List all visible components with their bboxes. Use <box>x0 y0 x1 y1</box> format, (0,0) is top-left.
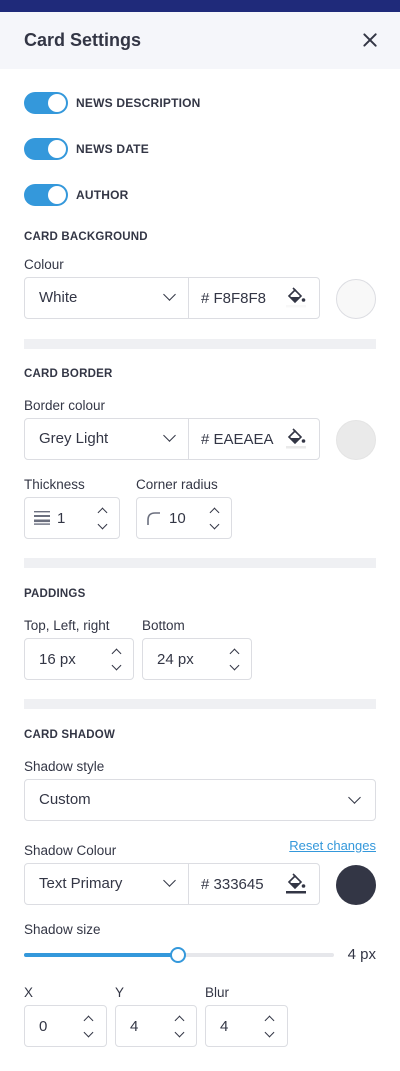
shadow-y-input[interactable] <box>130 1006 170 1046</box>
toggle-row-news-description: NEWS DESCRIPTION <box>24 91 201 115</box>
shadow-colour-select[interactable]: Text Primary <box>25 864 189 904</box>
padding-top-lr-input[interactable] <box>39 639 99 679</box>
toggle-knob <box>48 140 66 158</box>
corner-radius-stepper <box>136 497 232 539</box>
toggle-row-news-date: NEWS DATE <box>24 137 149 161</box>
section-divider <box>24 699 376 709</box>
corner-radius-input[interactable] <box>169 498 205 538</box>
corner-radius-spinner[interactable] <box>209 506 221 530</box>
thickness-stepper <box>24 497 120 539</box>
shadow-size-label: Shadow size <box>24 922 101 937</box>
shadow-size-value: 4 px <box>347 946 376 963</box>
reset-changes-link[interactable]: Reset changes <box>289 838 376 853</box>
author-toggle[interactable] <box>24 184 68 206</box>
toggle-row-author: AUTHOR <box>24 183 129 207</box>
border-colour-label: Border colour <box>24 398 106 413</box>
chevron-down-icon <box>163 874 176 887</box>
padding-top-lr-stepper <box>24 638 134 680</box>
chevron-down-icon <box>348 791 361 804</box>
shadow-x-stepper <box>24 1005 107 1047</box>
shadow-y-stepper <box>115 1005 197 1047</box>
shadow-style-select[interactable]: Custom <box>24 779 376 821</box>
paint-bucket-icon[interactable] <box>285 427 307 449</box>
paddings-title: PADDINGS <box>24 588 86 600</box>
padding-bottom-input[interactable] <box>157 639 217 679</box>
shadow-style-label: Shadow style <box>24 759 105 774</box>
card-border-title: CARD BORDER <box>24 368 113 380</box>
news-description-toggle[interactable] <box>24 92 68 114</box>
section-divider <box>24 558 376 568</box>
background-hex-input[interactable] <box>201 278 287 318</box>
shadow-size-slider[interactable] <box>24 947 334 963</box>
border-hex-input[interactable] <box>201 419 287 459</box>
news-description-label: NEWS DESCRIPTION <box>76 96 201 110</box>
chevron-down-icon <box>163 288 176 301</box>
shadow-colour-label: Shadow Colour <box>24 843 117 858</box>
shadow-colour-swatch[interactable] <box>336 865 376 905</box>
panel-header: Card Settings <box>0 12 400 69</box>
y-label: Y <box>115 985 125 1000</box>
thickness-input[interactable] <box>57 498 93 538</box>
thickness-label: Thickness <box>24 477 85 492</box>
news-date-label: NEWS DATE <box>76 142 149 156</box>
line-thickness-icon <box>34 511 50 525</box>
padding-bottom-spinner[interactable] <box>229 647 241 671</box>
shadow-colour-value: Text Primary <box>39 875 123 892</box>
close-icon[interactable] <box>362 32 378 48</box>
shadow-hex-input[interactable] <box>201 864 287 904</box>
author-label: AUTHOR <box>76 188 129 202</box>
section-divider <box>24 339 376 349</box>
slider-fill <box>24 953 179 957</box>
colour-label: Colour <box>24 257 64 272</box>
shadow-colour-combo: Text Primary <box>24 863 320 905</box>
shadow-blur-stepper <box>205 1005 288 1047</box>
card-shadow-title: CARD SHADOW <box>24 729 115 741</box>
paint-bucket-icon[interactable] <box>285 286 307 308</box>
shadow-x-spinner[interactable] <box>83 1014 95 1038</box>
shadow-x-input[interactable] <box>39 1006 79 1046</box>
border-colour-value: Grey Light <box>39 430 109 447</box>
shadow-style-value: Custom <box>39 791 91 808</box>
card-background-title: CARD BACKGROUND <box>24 231 148 243</box>
padding-bottom-stepper <box>142 638 252 680</box>
corner-radius-icon <box>147 512 160 525</box>
top-accent-bar <box>0 0 400 12</box>
border-colour-select[interactable]: Grey Light <box>25 419 189 459</box>
background-colour-select[interactable]: White <box>25 278 189 318</box>
thickness-spinner[interactable] <box>97 506 109 530</box>
slider-thumb[interactable] <box>170 947 187 963</box>
corner-radius-label: Corner radius <box>136 477 218 492</box>
toggle-knob <box>48 94 66 112</box>
shadow-blur-input[interactable] <box>220 1006 260 1046</box>
border-colour-swatch[interactable] <box>336 420 376 460</box>
top-left-right-label: Top, Left, right <box>24 618 110 633</box>
news-date-toggle[interactable] <box>24 138 68 160</box>
shadow-blur-spinner[interactable] <box>264 1014 276 1038</box>
paint-bucket-icon[interactable] <box>285 872 307 894</box>
x-label: X <box>24 985 34 1000</box>
background-colour-combo: White <box>24 277 320 319</box>
bottom-label: Bottom <box>142 618 185 633</box>
panel-title: Card Settings <box>24 30 142 50</box>
toggle-knob <box>48 186 66 204</box>
blur-label: Blur <box>205 985 230 1000</box>
border-colour-combo: Grey Light <box>24 418 320 460</box>
background-colour-swatch[interactable] <box>336 279 376 319</box>
padding-top-lr-spinner[interactable] <box>111 647 123 671</box>
chevron-down-icon <box>163 429 176 442</box>
background-colour-value: White <box>39 289 78 306</box>
shadow-y-spinner[interactable] <box>174 1014 186 1038</box>
